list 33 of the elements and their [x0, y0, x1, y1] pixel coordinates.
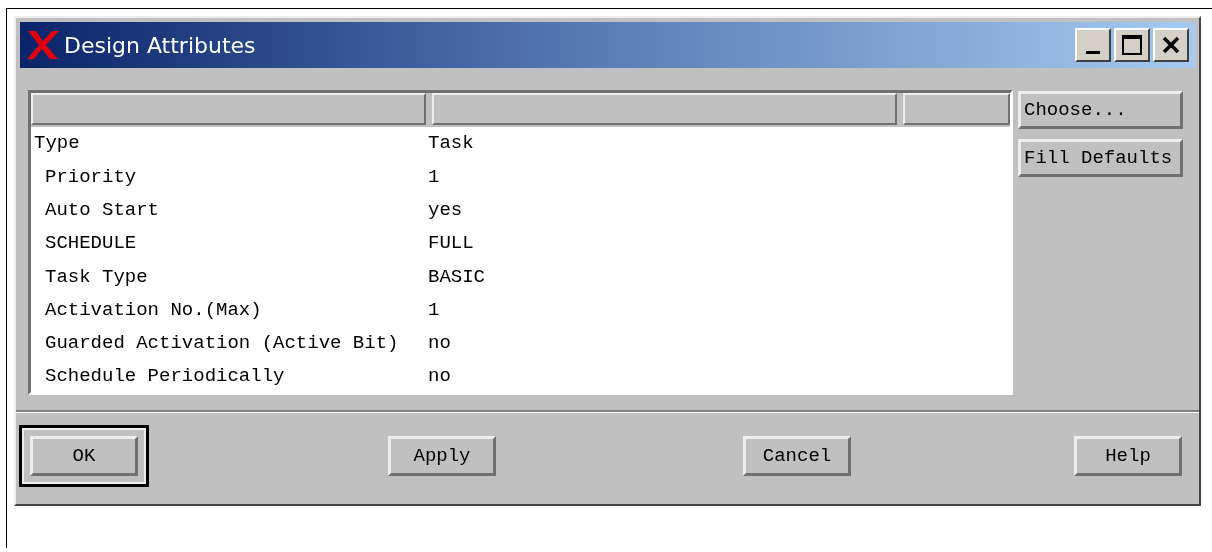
side-button[interactable]: Fill Defaults	[1018, 139, 1183, 177]
attribute-value: FULL	[428, 231, 474, 257]
column-header[interactable]	[31, 93, 427, 125]
window-title: Design Attributes	[64, 31, 256, 60]
attribute-name: Type	[33, 131, 81, 157]
close-button[interactable]	[1153, 28, 1189, 62]
maximize-icon	[1121, 34, 1143, 56]
column-header[interactable]	[903, 93, 1010, 125]
column-header[interactable]	[432, 93, 898, 125]
attribute-name: Auto Start	[44, 198, 161, 223]
attribute-value: no	[428, 331, 451, 357]
attribute-value: no	[428, 364, 451, 390]
dialog-button[interactable]: Help	[1074, 436, 1182, 476]
attribute-name: Activation No.(Max)	[44, 297, 263, 323]
attribute-name: Schedule Periodically	[44, 364, 286, 390]
attribute-name: SCHEDULE	[44, 231, 138, 257]
minimize-button[interactable]	[1075, 28, 1111, 62]
attribute-value: 1	[428, 297, 440, 323]
attribute-value: Task	[428, 131, 474, 157]
attribute-value: 1	[428, 164, 440, 190]
attribute-name: Priority	[44, 164, 138, 190]
attribute-name: Guarded Activation (Active Bit)	[44, 331, 400, 357]
close-icon	[1160, 34, 1182, 56]
maximize-button[interactable]	[1114, 28, 1150, 62]
dialog-button[interactable]: Apply	[388, 436, 496, 476]
app-logo-icon	[26, 29, 60, 61]
dialog-button[interactable]: OK	[30, 436, 138, 476]
attribute-name: Task Type	[44, 264, 149, 290]
dialog-button[interactable]: Cancel	[743, 436, 851, 476]
attribute-value: yes	[428, 198, 463, 223]
attribute-value: BASIC	[428, 264, 485, 290]
side-button[interactable]: Choose...	[1018, 91, 1183, 129]
minimize-icon	[1086, 50, 1100, 54]
